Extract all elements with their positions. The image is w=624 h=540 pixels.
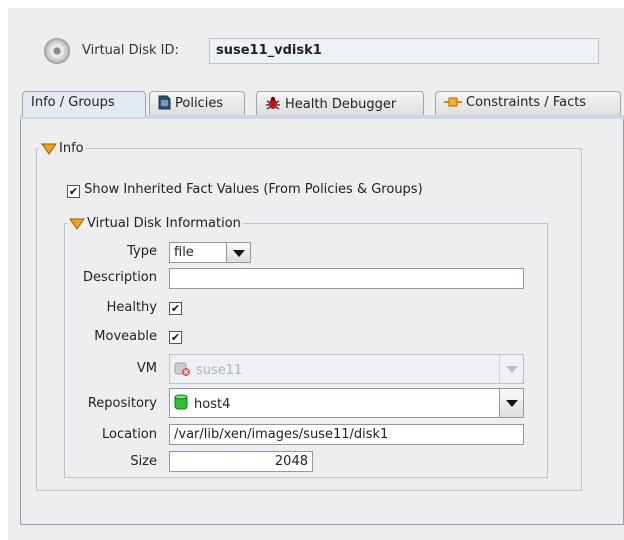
tab-info-groups[interactable]: Info / Groups <box>22 91 146 117</box>
tab-label: Constraints / Facts <box>466 95 587 110</box>
disk-icon <box>44 38 70 64</box>
chevron-down-icon[interactable] <box>226 243 250 262</box>
repository-value: host4 <box>194 397 231 412</box>
moveable-checkbox[interactable]: ✔ <box>169 331 182 344</box>
moveable-label: Moveable <box>94 329 157 344</box>
disk-id-label: Virtual Disk ID: <box>82 43 179 58</box>
vm-value: suse11 <box>196 363 243 378</box>
type-label: Type <box>127 244 157 259</box>
healthy-label: Healthy <box>106 300 157 315</box>
tab-constraints-facts[interactable]: Constraints / Facts <box>435 91 621 116</box>
vm-select[interactable]: suse11 <box>169 354 524 384</box>
show-inherited-checkbox[interactable]: ✔ <box>67 185 80 198</box>
show-inherited-row: ✔ Show Inherited Fact Values (From Polic… <box>67 182 423 198</box>
show-inherited-label: Show Inherited Fact Values (From Policie… <box>84 182 423 197</box>
description-label: Description <box>82 270 157 285</box>
bug-icon <box>265 95 281 115</box>
tab-label: Policies <box>175 96 224 111</box>
tab-strip: Info / Groups Policies Health Debugger C… <box>22 91 622 117</box>
vdisk-legend[interactable]: Virtual Disk Information <box>67 216 243 231</box>
repository-db-icon <box>174 394 188 415</box>
vm-server-icon <box>174 361 192 381</box>
collapse-triangle-icon[interactable] <box>69 218 85 230</box>
repository-select[interactable]: host4 <box>169 388 524 418</box>
location-field[interactable]: /var/lib/xen/images/suse11/disk1 <box>169 424 524 445</box>
tab-policies[interactable]: Policies <box>149 91 245 116</box>
info-legend-label: Info <box>59 141 84 156</box>
type-value: file <box>174 245 194 260</box>
chevron-down-icon[interactable] <box>499 389 523 417</box>
disk-id-field[interactable]: suse11_vdisk1 <box>209 38 599 64</box>
healthy-checkbox[interactable]: ✔ <box>169 302 182 315</box>
location-label: Location <box>102 427 157 442</box>
vm-label: VM <box>136 361 157 376</box>
size-label: Size <box>130 454 157 469</box>
document-icon <box>158 95 171 114</box>
info-legend[interactable]: Info <box>39 141 86 156</box>
repository-label: Repository <box>87 396 157 411</box>
type-select[interactable]: file <box>169 242 251 263</box>
tab-label: Health Debugger <box>285 97 397 112</box>
tab-health-debugger[interactable]: Health Debugger <box>256 91 424 116</box>
collapse-triangle-icon[interactable] <box>41 143 57 155</box>
vdisk-legend-label: Virtual Disk Information <box>87 216 241 231</box>
description-field[interactable] <box>169 268 524 289</box>
tab-label: Info / Groups <box>31 95 115 110</box>
constraint-icon <box>444 95 462 113</box>
chevron-down-icon[interactable] <box>499 355 523 383</box>
size-field[interactable]: 2048 <box>169 451 313 472</box>
